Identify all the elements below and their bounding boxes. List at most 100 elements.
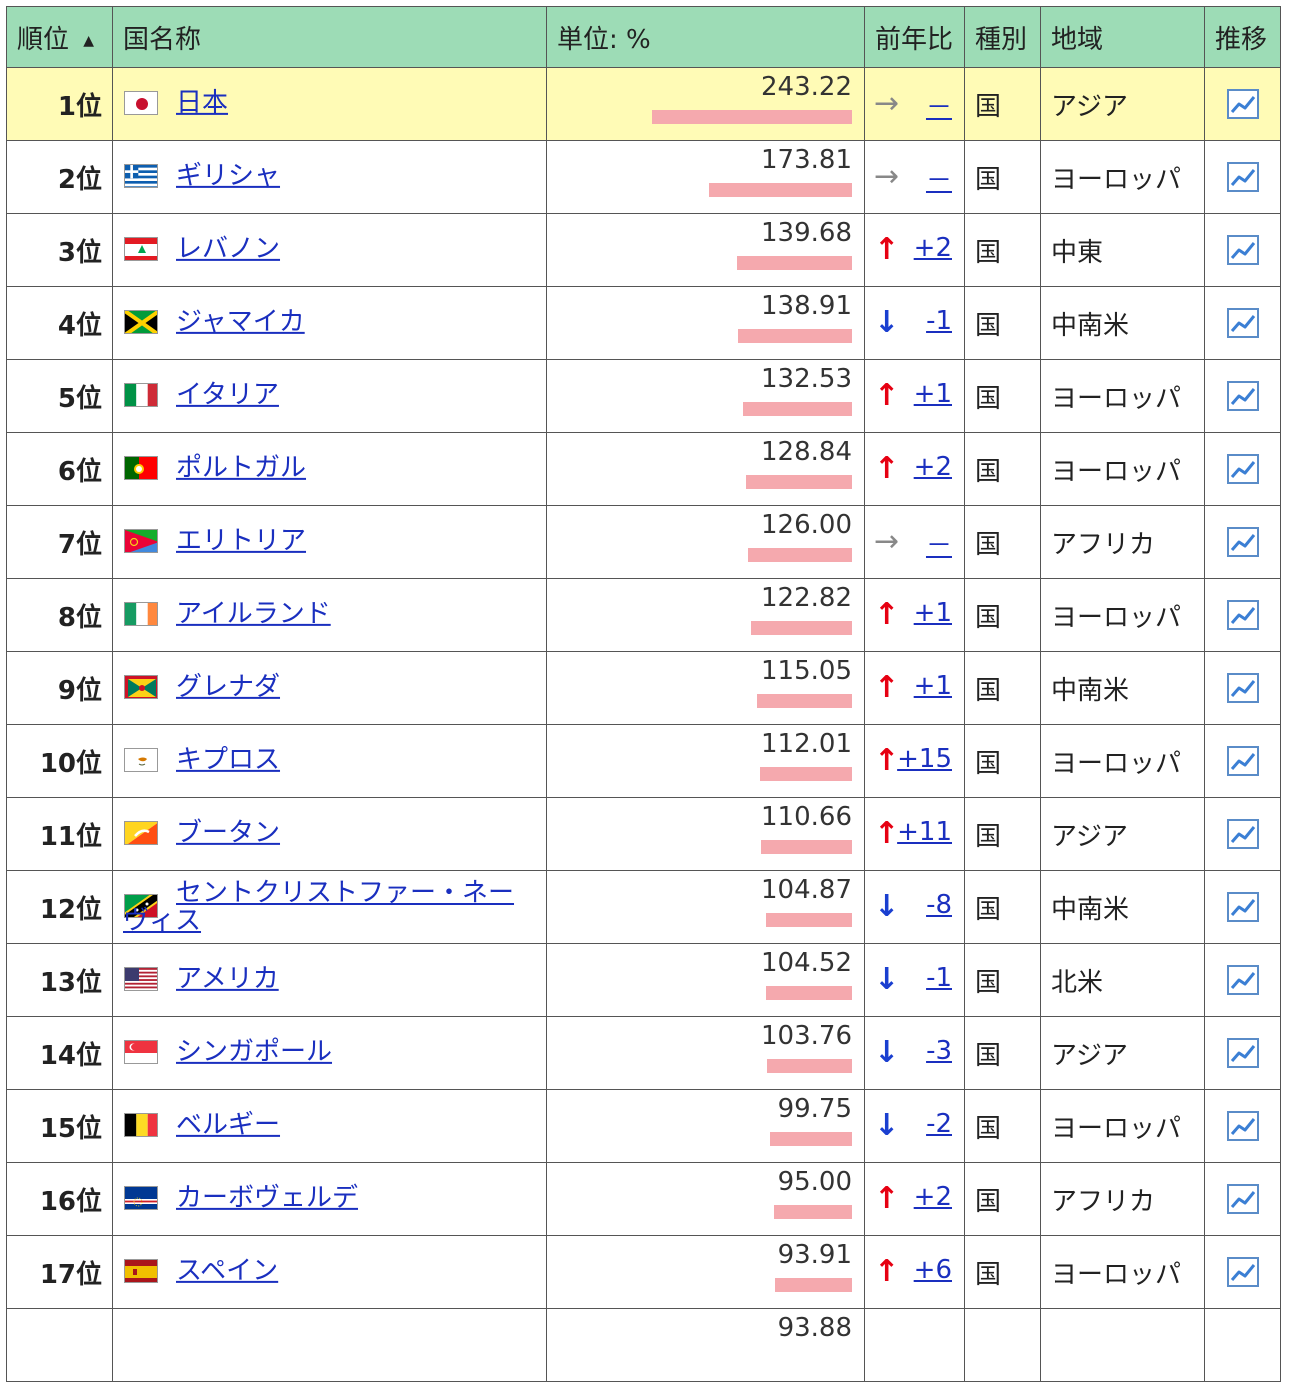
change-link[interactable]: － — [926, 160, 952, 197]
trend-chart-icon[interactable] — [1226, 162, 1259, 192]
change-link[interactable]: -1 — [926, 306, 952, 336]
change-cell: ↑ +2 — [864, 1162, 965, 1236]
trend-chart-icon[interactable] — [1226, 1038, 1259, 1068]
country-link[interactable]: アイルランド — [176, 600, 516, 628]
country-link[interactable]: ポルトガル — [176, 454, 516, 482]
er-flag-icon — [124, 529, 158, 553]
kind-label: 国 — [975, 383, 1002, 414]
trend-cell — [1204, 359, 1281, 433]
country-link[interactable]: セントクリストファー・ネーヴィス — [123, 879, 516, 935]
trend-cell — [1204, 1089, 1281, 1163]
country-link[interactable]: レバノン — [176, 235, 516, 263]
table-row: 5位 イタリア 132.53 ↑ +1 国 ヨーロッパ — [6, 359, 1281, 433]
trend-chart-icon[interactable] — [1226, 527, 1259, 557]
change-link[interactable]: +11 — [897, 817, 952, 847]
trend-chart-icon[interactable] — [1226, 1257, 1259, 1287]
country-link[interactable]: シンガポール — [176, 1038, 516, 1066]
change-link[interactable]: +1 — [914, 379, 952, 409]
rank-label: 12位 — [39, 894, 102, 925]
change-cell: ↑ +1 — [864, 578, 965, 652]
rank-cell: 8位 — [6, 578, 113, 652]
region-cell: ヨーロッパ — [1040, 432, 1205, 506]
cv-flag-icon — [124, 1186, 158, 1210]
change-header[interactable]: 前年比 — [864, 6, 965, 68]
country-link[interactable]: スペイン — [176, 1257, 516, 1285]
country-link[interactable]: アメリカ — [176, 965, 516, 993]
trend-chart-icon[interactable] — [1226, 308, 1259, 338]
rank-header-label: 順位 — [17, 24, 70, 55]
country-link[interactable]: ギリシャ — [176, 162, 516, 190]
kind-label: 国 — [975, 1259, 1002, 1290]
country-link[interactable]: ブータン — [176, 819, 516, 847]
trend-chart-icon[interactable] — [1226, 892, 1259, 922]
country-link[interactable]: グレナダ — [176, 673, 516, 701]
trend-chart-icon[interactable] — [1226, 454, 1259, 484]
trend-cell — [1204, 1162, 1281, 1236]
kind-label: 国 — [975, 91, 1002, 122]
kind-label: 国 — [975, 1113, 1002, 1144]
trend-chart-icon[interactable] — [1226, 819, 1259, 849]
trend-cell — [1204, 651, 1281, 725]
trend-chart-icon[interactable] — [1226, 746, 1259, 776]
trend-chart-icon[interactable] — [1226, 235, 1259, 265]
region-label: アジア — [1051, 821, 1128, 852]
trend-chart-icon[interactable] — [1226, 381, 1259, 411]
kind-cell: 国 — [964, 505, 1041, 579]
country-link[interactable]: エリトリア — [176, 527, 516, 555]
change-link[interactable]: -8 — [926, 890, 952, 920]
rank-label: 16位 — [39, 1186, 102, 1217]
country-link[interactable]: ベルギー — [176, 1111, 516, 1139]
table-row: 6位 ポルトガル 128.84 ↑ +2 国 ヨーロッパ — [6, 432, 1281, 506]
arrow-up-icon: ↑ — [874, 670, 900, 705]
kind-cell: 国 — [964, 213, 1041, 287]
kind-header[interactable]: 種別 — [964, 6, 1041, 68]
country-link[interactable]: ジャマイカ — [176, 308, 516, 336]
arrow-up-icon: ↑ — [874, 816, 900, 851]
change-link[interactable]: +1 — [914, 671, 952, 701]
change-link[interactable]: +2 — [914, 233, 952, 263]
rank-header[interactable]: 順位 ▲ — [6, 6, 113, 68]
arrow-up-icon: ↑ — [874, 378, 900, 413]
change-cell: ↓ -3 — [864, 1016, 965, 1090]
trend-chart-icon[interactable] — [1226, 1184, 1259, 1214]
trend-header[interactable]: 推移 — [1204, 6, 1281, 68]
value-cell: 112.01 — [546, 724, 865, 798]
value-cell: 243.22 — [546, 67, 865, 141]
rank-cell: 6位 — [6, 432, 113, 506]
change-link[interactable]: -1 — [926, 963, 952, 993]
trend-chart-icon[interactable] — [1226, 673, 1259, 703]
trend-cell — [1204, 67, 1281, 141]
kind-cell: 国 — [964, 67, 1041, 141]
value-bar — [766, 986, 852, 1000]
trend-chart-icon[interactable] — [1226, 89, 1259, 119]
change-link[interactable]: +15 — [897, 744, 952, 774]
kind-cell: 国 — [964, 286, 1041, 360]
change-link[interactable]: － — [926, 525, 952, 562]
region-header[interactable]: 地域 — [1040, 6, 1205, 68]
change-link[interactable]: -3 — [926, 1036, 952, 1066]
change-link[interactable]: +2 — [914, 452, 952, 482]
country-link[interactable]: カーボヴェルデ — [176, 1184, 516, 1212]
rank-cell: 15位 — [6, 1089, 113, 1163]
trend-chart-icon[interactable] — [1226, 965, 1259, 995]
change-link[interactable]: -2 — [926, 1109, 952, 1139]
trend-chart-icon[interactable] — [1226, 1111, 1259, 1141]
change-cell: → － — [864, 505, 965, 579]
region-cell: アフリカ — [1040, 505, 1205, 579]
country-link[interactable]: キプロス — [176, 746, 516, 774]
change-link[interactable]: +6 — [914, 1255, 952, 1285]
country-link[interactable]: 日本 — [176, 89, 516, 117]
change-link[interactable]: － — [926, 87, 952, 124]
kind-label: 国 — [975, 748, 1002, 779]
region-header-label: 地域 — [1051, 24, 1104, 55]
country-cell: シンガポール — [112, 1016, 547, 1090]
change-link[interactable]: +2 — [914, 1182, 952, 1212]
country-link[interactable]: イタリア — [176, 381, 516, 409]
rank-label: 7位 — [57, 529, 102, 560]
trend-cell — [1204, 943, 1281, 1017]
unit-header[interactable]: 単位: % — [546, 6, 865, 68]
trend-chart-icon[interactable] — [1226, 600, 1259, 630]
change-link[interactable]: +1 — [914, 598, 952, 628]
value-bar — [709, 183, 852, 197]
name-header[interactable]: 国名称 — [112, 6, 547, 68]
